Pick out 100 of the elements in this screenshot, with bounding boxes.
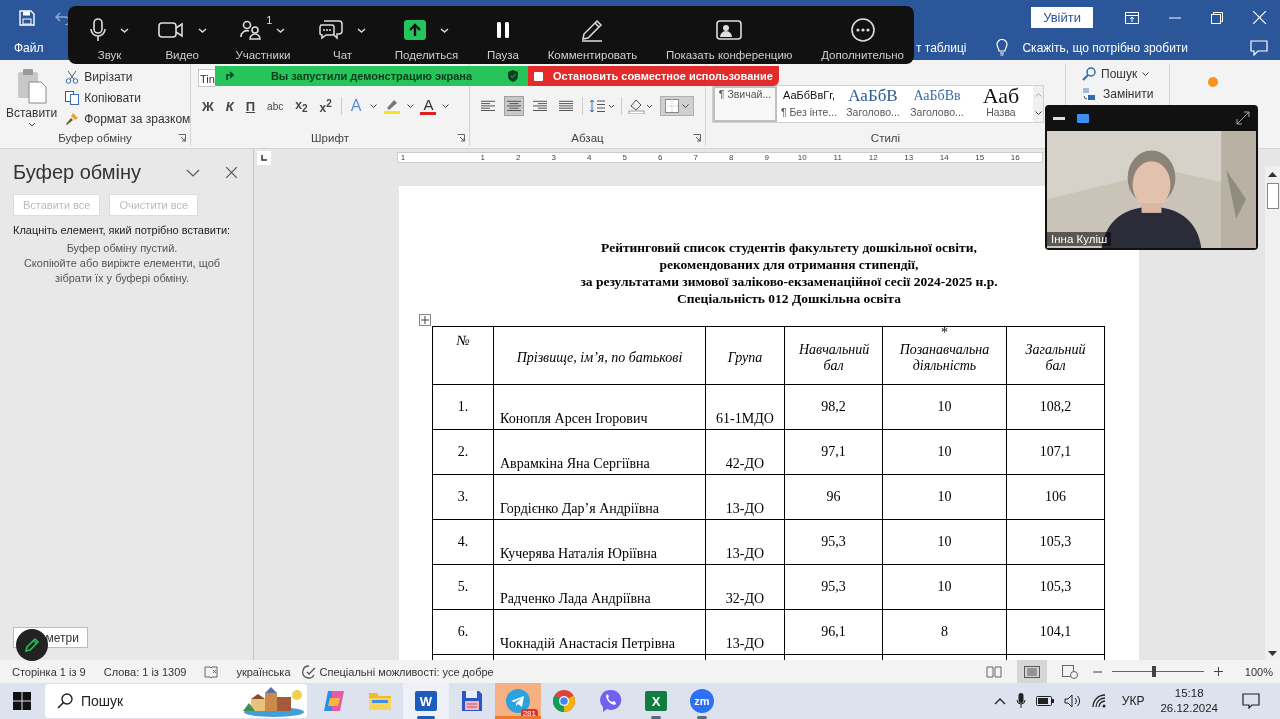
- font-format-button[interactable]: x$_{2}$: [292, 97, 311, 115]
- people-icon: [240, 20, 263, 40]
- chevron-down-icon[interactable]: [186, 168, 200, 177]
- tab-selector-icon[interactable]: [257, 150, 271, 165]
- style-preview: АаБбВ: [848, 87, 898, 104]
- input-language[interactable]: УКР: [1121, 694, 1145, 708]
- zoom-level[interactable]: 100%: [1244, 665, 1273, 678]
- paste-button[interactable]: Вставити: [0, 64, 60, 130]
- microphone-icon[interactable]: [1015, 693, 1026, 709]
- font-format-button[interactable]: К: [222, 98, 237, 114]
- accessibility-icon[interactable]: [300, 664, 317, 679]
- clipboard-action-button[interactable]: Копіювати: [65, 89, 191, 106]
- replace-button[interactable]: Замінити: [1082, 85, 1169, 102]
- scroll-thumb[interactable]: [1266, 183, 1279, 209]
- video-button[interactable]: Видео: [157, 9, 207, 61]
- close-icon[interactable]: [226, 167, 237, 178]
- caret-icon[interactable]: [370, 104, 378, 108]
- sign-in-button[interactable]: Увійти: [1031, 7, 1093, 28]
- single-view-icon[interactable]: [1077, 113, 1089, 123]
- comment-icon[interactable]: [1250, 39, 1268, 56]
- font-format-button[interactable]: Ж: [199, 98, 217, 114]
- line-spacing-icon[interactable]: [589, 99, 615, 113]
- font-name-field[interactable]: Tin: [198, 69, 215, 87]
- clipboard-action-button[interactable]: Формат за зразком: [65, 110, 191, 127]
- shading-icon[interactable]: [628, 98, 654, 114]
- taskbar-search-field[interactable]: Пошук: [45, 684, 307, 718]
- ruler[interactable]: 1 1 2 3 4 5 6 7 8 9 10 11 12 13 14 15 16: [397, 152, 1043, 163]
- pause-button[interactable]: Пауза: [487, 9, 519, 61]
- font-format-button[interactable]: П: [242, 98, 259, 114]
- proofing-icon[interactable]: [204, 665, 219, 678]
- chrome-icon: [552, 689, 576, 713]
- zoom-slider-thumb[interactable]: [1152, 666, 1157, 677]
- font-color-button[interactable]: A: [420, 97, 437, 115]
- tell-me-field[interactable]: Скажіть, що потрібно зробити: [1022, 40, 1189, 55]
- style-item[interactable]: Ааб Назва: [969, 86, 1033, 122]
- highlighter-icon[interactable]: [383, 98, 402, 114]
- document-title: Рейтинговий список студентів факультету дошкільної освіти,: [601, 239, 977, 256]
- clock[interactable]: 15:18 26.12.2024: [1160, 686, 1218, 716]
- show-meeting-button[interactable]: Показать конференцию: [665, 9, 793, 61]
- caret-icon[interactable]: [407, 104, 415, 108]
- battery-icon[interactable]: [1035, 696, 1054, 706]
- find-button[interactable]: Пошук: [1082, 65, 1169, 82]
- ribbon-tab[interactable]: Файл: [0, 36, 58, 59]
- table-cell: 13-ДО: [725, 636, 765, 651]
- zoom-in-icon[interactable]: [1213, 667, 1223, 676]
- table-cell: 95,3: [821, 534, 846, 549]
- vertical-scroll-bar[interactable]: [1265, 166, 1280, 660]
- font-format-button[interactable]: abc: [264, 100, 287, 112]
- chat-button[interactable]: Чат: [319, 9, 367, 61]
- taskbar-app-button[interactable]: W: [403, 683, 449, 719]
- table-move-handle-icon[interactable]: [419, 314, 431, 326]
- ribbon-display-icon[interactable]: [1125, 11, 1139, 24]
- wifi-icon[interactable]: [1091, 694, 1108, 708]
- word-icon: W: [415, 691, 437, 711]
- save-icon[interactable]: [19, 9, 35, 26]
- start-icon[interactable]: [13, 692, 31, 710]
- clipboard-action-button[interactable]: Вирізати: [65, 68, 191, 85]
- caret-icon[interactable]: [442, 104, 450, 108]
- style-item[interactable]: АаБбВв Заголово...: [905, 86, 969, 122]
- gallery-scroll-bar[interactable]: [1033, 86, 1043, 122]
- align-button[interactable]: [504, 96, 524, 116]
- scroll-down-icon[interactable]: [1268, 651, 1277, 656]
- page-count[interactable]: Сторінка 1 із 9: [12, 665, 86, 678]
- taskbar-app-button[interactable]: 281: [495, 683, 541, 719]
- accessibility-status[interactable]: Спеціальні можливості: усе добре: [319, 665, 494, 678]
- view-button[interactable]: [1016, 660, 1047, 683]
- minimize-icon[interactable]: [1053, 116, 1065, 120]
- table-cell: 98,2: [821, 399, 846, 414]
- launcher-icon[interactable]: [693, 134, 701, 142]
- table-cell: 6.: [457, 624, 469, 639]
- restore-icon[interactable]: [1211, 11, 1223, 24]
- share-button[interactable]: Поделиться: [394, 9, 459, 61]
- notifications-icon[interactable]: [1242, 693, 1260, 709]
- picture-frame-icon: [716, 20, 743, 40]
- style-item[interactable]: АаБбВ Заголово...: [841, 86, 905, 122]
- participants-button[interactable]: 1 Участники: [235, 9, 291, 61]
- table-cell: Аврамкіна Яна Сергіївна: [500, 456, 650, 471]
- annotate-button[interactable]: Комментировать: [547, 9, 638, 61]
- ruler-number: 12: [867, 153, 879, 162]
- expand-icon[interactable]: [1236, 111, 1250, 125]
- launcher-icon[interactable]: [178, 134, 186, 142]
- style-item[interactable]: ¶ Звичай...: [713, 86, 777, 122]
- audio-button[interactable]: Звук: [90, 9, 129, 61]
- undo-icon[interactable]: [55, 10, 71, 25]
- video-window[interactable]: Інна Куліш: [1045, 105, 1258, 250]
- more-button[interactable]: Дополнительно: [821, 9, 904, 61]
- chevron-up-icon[interactable]: [993, 697, 1006, 705]
- word-count[interactable]: Слова: 1 із 1309: [103, 665, 187, 678]
- stop-sharing-button[interactable]: Остановить совместное использование: [528, 66, 779, 86]
- launcher-icon[interactable]: [457, 134, 465, 142]
- taskbar-app-button[interactable]: X: [633, 683, 679, 719]
- style-item[interactable]: АаБбВвГг, ¶ Без інте...: [777, 86, 841, 122]
- language-label[interactable]: українська: [236, 665, 291, 678]
- table-cell: 10: [937, 489, 952, 504]
- borders-button[interactable]: [660, 96, 694, 116]
- speaker-icon[interactable]: [1063, 694, 1082, 708]
- font-format-button[interactable]: x$^{2}$: [316, 97, 335, 115]
- taskbar-app-button[interactable]: zm: [679, 683, 725, 719]
- ribbon-tab[interactable]: т таблиці: [914, 36, 969, 59]
- scroll-up-icon[interactable]: [1268, 172, 1277, 177]
